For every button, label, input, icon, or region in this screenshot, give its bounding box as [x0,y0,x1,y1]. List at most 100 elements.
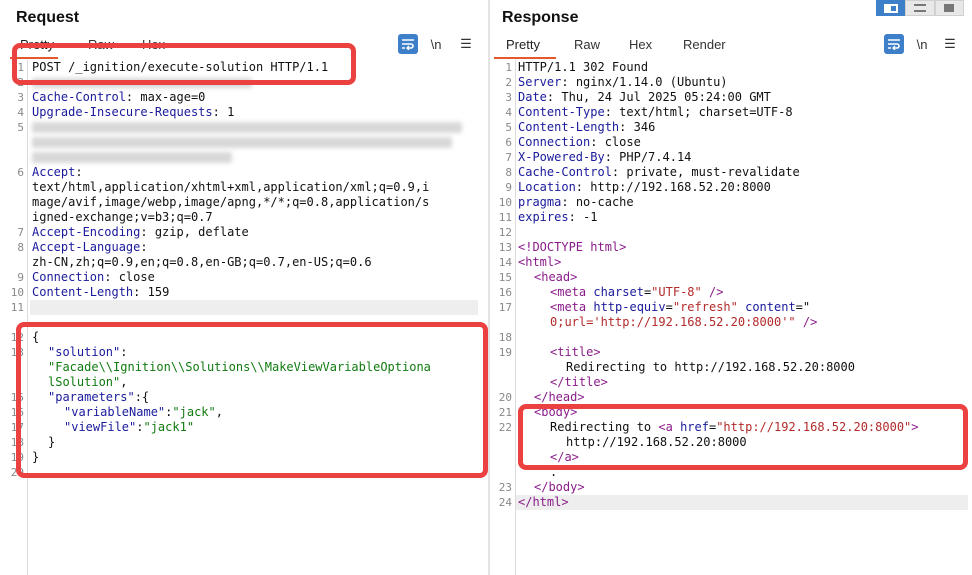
request-line: Cache-Control: max-age=0 [32,90,206,104]
request-line-gutter: 1 2 3 4 5 6 7 8 9 10 11 12 13 15 16 17 1… [0,60,28,575]
tab-render[interactable]: Render [683,35,726,59]
line-number: 13 [10,346,24,359]
line-number: 18 [498,331,512,344]
single-pane-icon[interactable] [934,0,964,16]
line-number: 4 [505,106,512,119]
request-line: Accept-Language: [32,240,148,254]
response-html-line: </body> [534,480,585,494]
request-line: POST /_ignition/execute-solution HTTP/1.… [32,60,329,74]
tab-pretty[interactable]: Pretty [494,35,556,59]
split-horizontal-icon[interactable] [876,0,906,16]
hamburger-icon[interactable]: ☰ [940,34,960,54]
response-html-line: </head> [534,390,585,404]
request-body-line: "viewFile":"jack1" [64,420,195,434]
response-html-line: </title> [550,375,608,389]
line-number: 11 [498,211,512,224]
highlighted-row [30,300,478,315]
split-vertical-icon[interactable] [905,0,935,16]
response-html-line: </a> [550,450,579,464]
request-line: Accept-Encoding: gzip, deflate [32,225,249,239]
response-html-line: <meta charset="UTF-8" /> [550,285,724,299]
response-html-line: <title> [550,345,601,359]
response-html-line: Redirecting to <a href="http://192.168.5… [550,420,919,434]
response-html-line: Redirecting to http://192.168.52.20:8000 [566,360,855,374]
line-number: 8 [17,241,24,254]
response-line: HTTP/1.1 302 Found [518,60,649,74]
request-line: igned-exchange;v=b3;q=0.7 [32,210,213,224]
line-number: 4 [17,106,24,119]
response-line: Content-Length: 346 [518,120,656,134]
line-number: 1 [505,61,512,74]
response-line: X-Powered-By: PHP/7.4.14 [518,150,692,164]
line-number: 16 [10,406,24,419]
request-body-line: "parameters":{ [48,390,150,404]
newline-toggle-button[interactable]: \n [912,34,932,54]
response-html-line: 0;url='http://192.168.52.20:8000'" /> [550,315,818,329]
line-number: 9 [505,181,512,194]
word-wrap-icon[interactable] [398,34,418,54]
line-number: 15 [498,271,512,284]
response-panel: Response Pretty Raw Hex Render \n ☰ 1 2 … [490,0,972,575]
response-html-line: . [550,465,558,479]
response-html-line: <html> [518,255,562,269]
response-line: pragma: no-cache [518,195,634,209]
line-number: 19 [498,346,512,359]
line-number: 17 [10,421,24,434]
line-number: 7 [17,226,24,239]
line-number: 20 [498,391,512,404]
request-title: Request [16,9,80,26]
line-number: 5 [17,121,24,134]
tab-pretty[interactable]: Pretty [10,35,58,59]
response-html-line: </html> [518,495,569,509]
line-number: 7 [505,151,512,164]
response-line: Content-Type: text/html; charset=UTF-8 [518,105,793,119]
tab-hex[interactable]: Hex [142,35,165,59]
request-body-line: "Facade\\Ignition\\Solutions\\MakeViewVa… [48,360,431,374]
line-number: 18 [10,436,24,449]
line-number: 13 [498,241,512,254]
line-number: 2 [17,76,24,89]
line-number: 6 [505,136,512,149]
line-number: 23 [498,481,512,494]
request-panel: Request Pretty Raw Hex \n ☰ 1 2 3 4 5 6 … [0,0,488,575]
request-editor[interactable]: POST /_ignition/execute-solution HTTP/1.… [32,60,462,464]
line-number: 11 [10,301,24,314]
line-number: 8 [505,166,512,179]
tab-raw[interactable]: Raw [88,35,114,59]
request-line: Accept: [32,165,83,179]
hamburger-icon[interactable]: ☰ [456,34,476,54]
response-html-line: <head> [534,270,578,284]
line-number: 1 [17,61,24,74]
line-number: 10 [498,196,512,209]
request-line: Upgrade-Insecure-Requests: 1 [32,105,235,119]
line-number: 6 [17,166,24,179]
request-body-line: } [48,435,56,449]
response-line: Server: nginx/1.14.0 (Ubuntu) [518,75,728,89]
request-line: zh-CN,zh;q=0.9,en;q=0.8,en-GB;q=0.7,en-U… [32,255,372,269]
response-line: Connection: close [518,135,641,149]
line-number: 15 [10,391,24,404]
response-title: Response [502,9,579,26]
request-line: mage/avif,image/webp,image/apng,*/*;q=0.… [32,195,430,209]
newline-toggle-button[interactable]: \n [426,34,446,54]
line-number: 2 [505,76,512,89]
response-line: Cache-Control: private, must-revalidate [518,165,800,179]
request-body-line: { [32,330,40,344]
word-wrap-icon[interactable] [884,34,904,54]
response-line-gutter: 1 2 3 4 5 6 7 8 9 10 11 12 13 14 15 16 1… [490,60,516,575]
line-number: 21 [498,406,512,419]
tab-hex[interactable]: Hex [629,35,652,59]
line-number: 3 [17,91,24,104]
line-number: 19 [10,451,24,464]
line-number: 12 [498,226,512,239]
response-html-line: http://192.168.52.20:8000 [566,435,747,449]
view-layout-switch [876,0,964,16]
line-number: 16 [498,286,512,299]
line-number: 3 [505,91,512,104]
response-line: expires: -1 [518,210,598,224]
response-editor[interactable]: HTTP/1.1 302 Found Server: nginx/1.14.0 … [518,60,919,525]
line-number: 12 [10,331,24,344]
line-number: 24 [498,496,512,509]
tab-raw[interactable]: Raw [574,35,600,59]
request-body-line: lSolution", [48,375,128,389]
